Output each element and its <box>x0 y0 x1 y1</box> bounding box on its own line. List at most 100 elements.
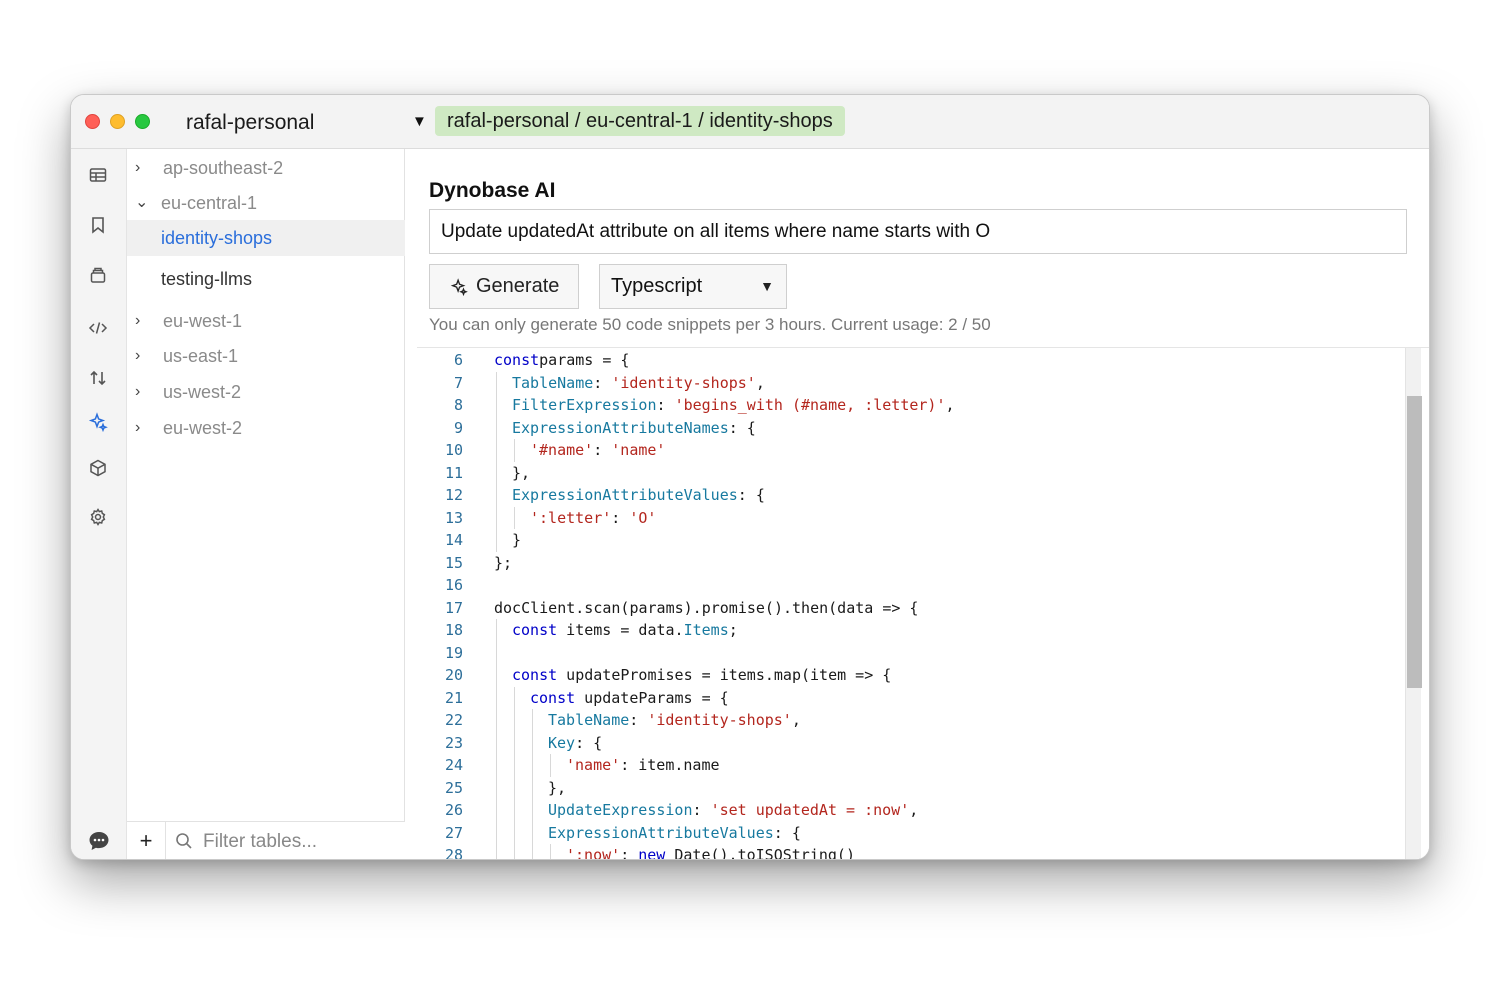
code-line: 18 const items = data.Items; <box>417 619 1402 642</box>
region-label: eu-west-2 <box>163 418 243 438</box>
code-line: 9 ExpressionAttributeNames: { <box>417 416 1402 439</box>
code-text: const updatePromises = items.map(item =>… <box>512 664 891 687</box>
code-token: updatePromises = items.map(item => { <box>557 666 892 684</box>
table-icon[interactable] <box>87 164 109 186</box>
code-line: 10 '#name': 'name' <box>417 439 1402 462</box>
add-table-button[interactable]: + <box>135 828 157 854</box>
code-token: ExpressionAttributeValues <box>548 823 774 842</box>
indent-guide <box>496 484 497 507</box>
line-number: 17 <box>444 598 463 617</box>
code-line: 8 FilterExpression: 'begins_with (#name, … <box>417 394 1402 417</box>
code-token: FilterExpression <box>512 396 657 414</box>
code-text: FilterExpression: 'begins_with (#name, :… <box>512 394 955 417</box>
indent-guide <box>496 731 497 754</box>
tree-region-ap-southeast-2[interactable]: › ap-southeast-2 <box>127 150 405 186</box>
usage-note: You can only generate 50 code snippets p… <box>429 315 991 334</box>
line-number: 19 <box>444 643 463 662</box>
tree-region-eu-central-1[interactable]: ⌄ eu-central-1 <box>127 185 405 221</box>
code-line: 16 <box>417 574 1402 597</box>
code-text: Key: { <box>548 732 602 755</box>
generate-button[interactable]: Generate <box>429 264 579 309</box>
indent-guide <box>496 709 497 732</box>
indent-guide <box>496 619 497 642</box>
tree-table-testing-llms[interactable]: testing-llms <box>127 261 405 297</box>
line-number: 25 <box>444 778 463 797</box>
code-token: , <box>791 711 801 729</box>
transfer-icon[interactable] <box>87 367 109 389</box>
code-line: 21 const updateParams = { <box>417 686 1402 709</box>
chevron-down-icon: ▼ <box>760 278 774 294</box>
code-token: 'O' <box>629 508 657 527</box>
code-token: Date().toISOString() <box>665 846 855 860</box>
indent-guide <box>496 844 497 859</box>
code-token: : <box>593 373 612 392</box>
code-token: , <box>909 801 919 819</box>
indent-guide <box>496 821 497 844</box>
chevron-down-icon: ⌄ <box>135 194 149 211</box>
code-editor[interactable]: 6 constparams = {7 TableName: 'identity-sh… <box>417 347 1429 860</box>
database-icon[interactable] <box>87 264 109 286</box>
code-token: '#name' <box>530 441 594 459</box>
filter-tables-input[interactable] <box>203 828 398 856</box>
ai-prompt-input[interactable] <box>429 209 1407 254</box>
indent-guide <box>550 754 551 777</box>
line-number: 13 <box>444 508 463 527</box>
code-text: UpdateExpression: 'set updatedAt = :now'… <box>548 799 918 822</box>
code-token: : <box>692 801 711 819</box>
code-token: }; <box>494 553 513 572</box>
line-number: 15 <box>444 553 463 572</box>
indent-guide <box>514 731 515 754</box>
minimize-window-button[interactable] <box>110 114 125 129</box>
line-number: 8 <box>453 396 463 414</box>
indent-guide <box>496 641 497 664</box>
tree-region-eu-west-1[interactable]: › eu-west-1 <box>127 303 405 339</box>
tree-region-us-east-1[interactable]: › us-east-1 <box>127 338 405 374</box>
app-window: rafal-personal ▼ rafal-personal / eu-cen… <box>70 94 1430 860</box>
code-line: 27 ExpressionAttributeValues: { <box>417 821 1402 845</box>
indent-guide <box>514 799 515 822</box>
chat-icon[interactable] <box>87 829 111 853</box>
indent-guide <box>514 776 515 799</box>
region-label: eu-west-1 <box>163 311 243 331</box>
code-line: 22 TableName: 'identity-shops', <box>417 709 1402 732</box>
scrollbar-thumb[interactable] <box>1407 396 1422 688</box>
zoom-window-button[interactable] <box>135 114 150 129</box>
code-text: const items = data.Items; <box>512 619 738 642</box>
indent-guide <box>514 686 515 709</box>
indent-guide <box>496 686 497 709</box>
line-number: 28 <box>444 846 463 860</box>
code-token: , <box>945 396 955 414</box>
indent-guide <box>496 776 497 799</box>
code-text: ':letter': 'O' <box>530 507 656 530</box>
code-token: : <box>629 711 648 729</box>
code-line: 28 ':now': new Date().toISOString() <box>417 844 1402 860</box>
language-value: Typescript <box>611 275 703 297</box>
chevron-right-icon: › <box>135 347 141 364</box>
region-label: us-east-1 <box>163 346 239 366</box>
code-icon[interactable] <box>87 317 109 339</box>
cube-icon[interactable] <box>87 457 109 479</box>
icon-rail <box>71 149 127 859</box>
profile-name[interactable]: rafal-personal <box>186 111 314 135</box>
chevron-right-icon: › <box>135 419 141 436</box>
tree-region-us-west-2[interactable]: › us-west-2 <box>127 374 405 410</box>
sparkle-icon[interactable] <box>87 411 109 433</box>
bookmark-icon[interactable] <box>87 214 109 236</box>
tree-table-identity-shops[interactable]: identity-shops <box>127 220 405 256</box>
close-window-button[interactable] <box>85 114 100 129</box>
code-token: 'identity-shops' <box>611 373 756 392</box>
language-select[interactable]: Typescript ▼ <box>599 264 787 309</box>
code-line: 24 'name': item.name <box>417 754 1402 777</box>
profile-dropdown-icon[interactable]: ▼ <box>412 113 427 130</box>
indent-guide <box>532 821 533 844</box>
scrollbar[interactable] <box>1405 348 1422 859</box>
tree-region-eu-west-2[interactable]: › eu-west-2 <box>127 410 405 446</box>
gear-icon[interactable] <box>87 506 109 528</box>
code-token: : { <box>773 823 801 842</box>
code-token: 'begins_with (#name, :letter)' <box>674 396 946 414</box>
divider <box>165 822 166 859</box>
code-token: 'identity-shops' <box>647 711 792 729</box>
code-text: ExpressionAttributeValues: { <box>548 822 801 845</box>
code-token: : { <box>575 733 603 752</box>
code-token: Items <box>683 621 729 639</box>
